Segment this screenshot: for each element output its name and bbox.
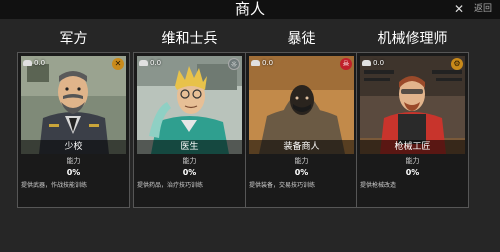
ability-label: 能力 bbox=[405, 157, 420, 165]
merchant-name: 维和士兵 bbox=[161, 31, 218, 47]
merchant-peacekeeper: 维和士兵 0.0 ☼ 医生 能力 0% 提供药品，治疗技巧训练 bbox=[133, 22, 246, 208]
ability-label: 能力 bbox=[294, 157, 309, 165]
merchant-card-thug[interactable]: 0.0 ☠ 装备商人 能力 0% 提供装备，交易技巧训练 bbox=[245, 52, 358, 208]
portrait-doctor: 0.0 ☼ 医生 bbox=[137, 56, 242, 154]
merchant-card-mechanic[interactable]: 0.0 ⚙ 枪械工匠 能力 0% 提供枪械改造 bbox=[356, 52, 469, 208]
rating-value: 0.0 bbox=[373, 59, 385, 67]
ability-label: 能力 bbox=[66, 157, 81, 165]
merchant-mechanic: 机械修理师 0.0 ⚙ 枪械工匠 能力 0% 提供枪械改造 bbox=[356, 22, 469, 208]
rating-value: 0.0 bbox=[262, 59, 274, 67]
ability-label: 能力 bbox=[182, 157, 197, 165]
ability-value: 0% bbox=[182, 168, 197, 177]
merchant-card-peacekeeper[interactable]: 0.0 ☼ 医生 能力 0% 提供药品，治疗技巧训练 bbox=[133, 52, 246, 208]
role-label: 医生 bbox=[137, 140, 242, 154]
gear-icon: ⚙ bbox=[451, 58, 463, 70]
window-title: 商人 bbox=[234, 0, 265, 18]
merchant-name: 暴徒 bbox=[287, 31, 316, 47]
rating: 0.0 bbox=[251, 58, 273, 68]
role-label: 装备商人 bbox=[249, 140, 354, 154]
rating: 0.0 bbox=[362, 58, 384, 68]
merchant-description: 提供枪械改造 bbox=[360, 182, 397, 189]
portrait-gunsmith: 0.0 ⚙ 枪械工匠 bbox=[360, 56, 465, 154]
merchant-thug: 暴徒 0.0 ☠ 装备商人 能力 0% 提供装备，交易技巧训练 bbox=[245, 22, 358, 208]
hat-icon bbox=[251, 60, 260, 66]
rating: 0.0 bbox=[139, 58, 161, 68]
rating: 0.0 bbox=[23, 58, 45, 68]
role-label: 少校 bbox=[21, 140, 126, 154]
merchant-name: 机械修理师 bbox=[377, 31, 448, 47]
hat-icon bbox=[23, 60, 32, 66]
merchant-military: 军方 0.0 ✕ 少校 能力 0% 提供武器，作战技能训练 bbox=[17, 22, 130, 208]
hat-icon bbox=[362, 60, 371, 66]
merchant-description: 提供装备，交易技巧训练 bbox=[249, 182, 316, 189]
crossed-tools-icon: ✕ bbox=[112, 58, 124, 70]
merchant-card-military[interactable]: 0.0 ✕ 少校 能力 0% 提供武器，作战技能训练 bbox=[17, 52, 130, 208]
close-icon[interactable]: ✕ bbox=[452, 1, 466, 17]
rating-value: 0.0 bbox=[150, 59, 162, 67]
portrait-gear-trader: 0.0 ☠ 装备商人 bbox=[249, 56, 354, 154]
merchant-description: 提供药品，治疗技巧训练 bbox=[137, 182, 204, 189]
hat-icon bbox=[139, 60, 148, 66]
back-button[interactable]: 返回 bbox=[474, 2, 492, 17]
rating-value: 0.0 bbox=[34, 59, 46, 67]
merchant-description: 提供武器，作战技能训练 bbox=[21, 182, 88, 189]
emblem-icon: ☼ bbox=[228, 58, 240, 70]
portrait-major: 0.0 ✕ 少校 bbox=[21, 56, 126, 154]
ability-value: 0% bbox=[66, 168, 81, 177]
merchant-name: 军方 bbox=[59, 31, 88, 47]
skull-icon: ☠ bbox=[340, 58, 352, 70]
ability-value: 0% bbox=[405, 168, 420, 177]
ability-value: 0% bbox=[294, 168, 309, 177]
role-label: 枪械工匠 bbox=[360, 140, 465, 154]
